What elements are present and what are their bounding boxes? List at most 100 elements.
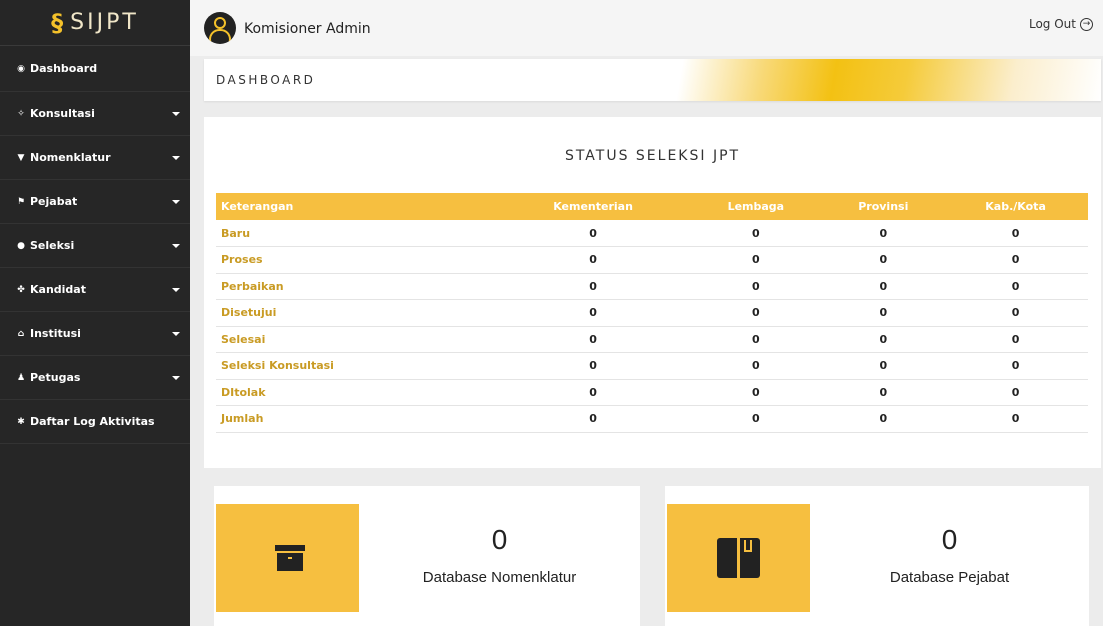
table-cell: 0 [688, 246, 824, 274]
dashboard-icon: ◉ [17, 63, 25, 74]
table-row: Disetujui 0 0 0 0 [216, 299, 1088, 327]
username: Komisioner Admin [244, 21, 371, 37]
table-cell: 0 [497, 246, 689, 274]
table-cell: 0 [688, 379, 824, 406]
card-icon-tile [216, 504, 359, 612]
pejabat-count: 0 [941, 524, 958, 555]
sidebar-item-konsultasi[interactable]: ✧ Konsultasi [0, 92, 190, 136]
column-header[interactable]: Kab./Kota [943, 193, 1088, 220]
flag-icon: ⚑ [16, 196, 26, 207]
caret-down-icon [172, 243, 180, 248]
table-cell: 0 [943, 352, 1088, 380]
book-icon [717, 538, 761, 578]
table-cell: 0 [497, 299, 689, 327]
nomenklatur-count: 0 [491, 524, 508, 555]
table-row: Jumlah 0 0 0 0 [216, 405, 1088, 433]
sidebar-item-institusi[interactable]: ⌂ Institusi [0, 312, 190, 356]
gear-icon: ✱ [17, 416, 25, 427]
table-row: Selesai 0 0 0 0 [216, 326, 1088, 353]
logout-icon: → [1080, 17, 1093, 31]
logout-button[interactable]: Log Out → [1029, 17, 1093, 31]
card-icon-tile [667, 504, 810, 612]
sidebar-item-seleksi[interactable]: ● Seleksi [0, 224, 190, 268]
sidebar-item-label: Seleksi [30, 239, 75, 252]
brand-name: SIJPT [70, 10, 139, 35]
page-title: DASHBOARD [216, 73, 316, 87]
caret-down-icon [172, 111, 180, 116]
table-row: Seleksi Konsultasi 0 0 0 0 [216, 352, 1088, 380]
table-cell: 0 [688, 299, 824, 327]
row-label-link[interactable]: DItolak [216, 379, 498, 406]
sidebar-item-pejabat[interactable]: ⚑ Pejabat [0, 180, 190, 224]
sidebar-item-petugas[interactable]: ♟ Petugas [0, 356, 190, 400]
breadcrumb: DASHBOARD [204, 59, 1101, 101]
table-cell: 0 [823, 352, 944, 380]
column-header[interactable]: Provinsi [823, 193, 944, 220]
status-panel: STATUS SELEKSI JPT Keterangan Kementerian… [204, 117, 1101, 468]
row-label-link[interactable]: Disetujui [216, 299, 498, 327]
row-label-link[interactable]: Proses [216, 246, 498, 274]
avatar[interactable] [204, 12, 236, 44]
konsultasi-icon: ✧ [17, 108, 25, 119]
table-cell: 0 [497, 405, 689, 433]
caret-down-icon [172, 331, 180, 336]
brand-logo[interactable]: § SIJPT [0, 0, 190, 46]
table-cell: 0 [943, 379, 1088, 406]
avatar-head-shape [214, 17, 226, 29]
caret-down-icon [172, 375, 180, 380]
sidebar: § SIJPT ◉ Dashboard ✧ Konsultasi ▼ Nomenklatu… [0, 0, 190, 626]
table-cell: 0 [823, 246, 944, 274]
table-cell: 0 [688, 273, 824, 300]
logout-label: Log Out [1028, 17, 1076, 31]
home-icon: ⌂ [17, 328, 25, 339]
sidebar-item-label: Dashboard [30, 62, 98, 75]
pejabat-card[interactable]: 0 Database Pejabat [665, 486, 1089, 626]
archive-icon [275, 545, 305, 571]
row-label-link[interactable]: Perbaikan [216, 273, 498, 300]
sidebar-item-kandidat[interactable]: ✤ Kandidat [0, 268, 190, 312]
sidebar-item-daftar-log-aktivitas[interactable]: ✱ Daftar Log Aktivitas [0, 400, 190, 444]
sidebar-item-dashboard[interactable]: ◉ Dashboard [0, 46, 190, 92]
column-header[interactable]: Keterangan [216, 193, 498, 220]
row-label-link[interactable]: Seleksi Konsultasi [216, 352, 498, 380]
row-label-link[interactable]: Selesai [216, 326, 498, 353]
sidebar-item-nomenklatur[interactable]: ▼ Nomenklatur [0, 136, 190, 180]
table-cell: 0 [688, 326, 824, 353]
table-cell: 0 [688, 352, 824, 380]
sidebar-item-label: Nomenklatur [30, 151, 111, 164]
table-cell: 0 [823, 273, 944, 300]
column-header[interactable]: Lembaga [688, 193, 824, 220]
table-cell: 0 [823, 405, 944, 433]
users-icon: ✤ [17, 284, 25, 295]
table-cell: 0 [943, 326, 1088, 353]
table-cell: 0 [823, 379, 944, 406]
table-cell: 0 [823, 326, 944, 353]
table-row: Proses 0 0 0 0 [216, 246, 1088, 274]
table-cell: 0 [823, 220, 944, 247]
caret-down-icon [172, 199, 180, 204]
column-header[interactable]: Kementerian [497, 193, 689, 220]
row-label-link[interactable]: Jumlah [216, 405, 498, 433]
table-cell: 0 [497, 326, 689, 353]
table-cell: 0 [943, 220, 1088, 247]
table-header-row: Keterangan Kementerian Lembaga Provinsi Kab.… [216, 193, 1088, 220]
sidebar-item-label: Petugas [30, 371, 81, 384]
avatar-body-shape [209, 29, 231, 43]
table-cell: 0 [943, 246, 1088, 274]
table-cell: 0 [688, 220, 824, 247]
logo-icon: § [51, 8, 67, 37]
sidebar-item-label: Daftar Log Aktivitas [30, 415, 155, 428]
caret-down-icon [172, 287, 180, 292]
pejabat-caption: Database Pejabat [889, 569, 1010, 586]
table-row: DItolak 0 0 0 0 [216, 379, 1088, 406]
row-label-link[interactable]: Baru [216, 220, 498, 247]
nomenklatur-card[interactable]: 0 Database Nomenklatur [214, 486, 640, 626]
sidebar-item-label: Konsultasi [30, 107, 95, 120]
sidebar-item-label: Kandidat [30, 283, 86, 296]
sidebar-item-label: Institusi [30, 327, 81, 340]
sidebar-item-label: Pejabat [30, 195, 78, 208]
status-table: Keterangan Kementerian Lembaga Provinsi Kab.… [216, 193, 1088, 433]
table-row: Baru 0 0 0 0 [216, 220, 1088, 247]
table-cell: 0 [823, 299, 944, 327]
table-cell: 0 [497, 220, 689, 247]
